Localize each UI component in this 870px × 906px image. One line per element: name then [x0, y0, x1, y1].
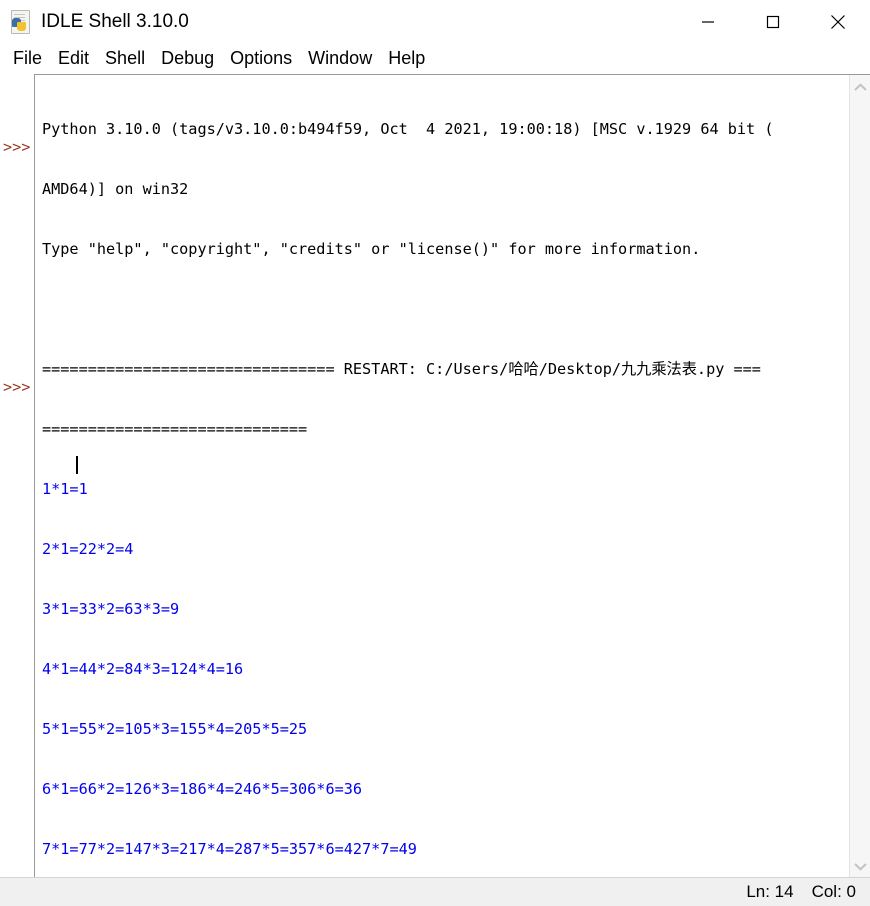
- blank-line-1: [42, 299, 849, 319]
- text-cursor: [76, 456, 78, 474]
- menu-item-options[interactable]: Options: [222, 46, 300, 71]
- status-column-number: Col: 0: [811, 882, 856, 901]
- banner-line-1: Python 3.10.0 (tags/v3.10.0:b494f59, Oct…: [42, 120, 774, 138]
- banner-line-2: AMD64)] on win32: [42, 180, 189, 198]
- maximize-button[interactable]: [740, 0, 805, 44]
- python-document-icon: [9, 10, 31, 34]
- output-line-3: 3*1=33*2=63*3=9: [42, 600, 180, 618]
- output-line-1: 1*1=1: [42, 480, 88, 498]
- restart-line-2: =============================: [42, 420, 308, 438]
- menu-bar: File Edit Shell Debug Options Window Hel…: [0, 44, 870, 73]
- shell-text-frame: Python 3.10.0 (tags/v3.10.0:b494f59, Oct…: [34, 74, 870, 878]
- title-bar: IDLE Shell 3.10.0: [0, 0, 870, 44]
- menu-item-help[interactable]: Help: [380, 46, 433, 71]
- menu-item-shell[interactable]: Shell: [97, 46, 153, 71]
- menu-item-edit[interactable]: Edit: [50, 46, 97, 71]
- output-line-7: 7*1=77*2=147*3=217*4=287*5=357*6=427*7=4…: [42, 840, 417, 858]
- shell-output-area[interactable]: Python 3.10.0 (tags/v3.10.0:b494f59, Oct…: [36, 76, 849, 877]
- window-controls: [675, 0, 870, 44]
- menu-item-debug[interactable]: Debug: [153, 46, 222, 71]
- status-bar: Ln: 14 Col: 0: [0, 877, 870, 906]
- status-line-number: Ln: 14: [746, 882, 794, 901]
- close-button[interactable]: [805, 0, 870, 44]
- scroll-down-arrow-icon[interactable]: [850, 856, 870, 876]
- banner-line-3: Type "help", "copyright", "credits" or "…: [42, 240, 701, 258]
- window-title: IDLE Shell 3.10.0: [41, 11, 189, 32]
- vertical-scrollbar[interactable]: [849, 75, 870, 878]
- minimize-button[interactable]: [675, 0, 740, 44]
- output-line-6: 6*1=66*2=126*3=186*4=246*5=306*6=36: [42, 780, 363, 798]
- menu-item-window[interactable]: Window: [300, 46, 380, 71]
- menu-item-file[interactable]: File: [5, 46, 50, 71]
- output-line-2: 2*1=22*2=4: [42, 540, 134, 558]
- output-line-4: 4*1=44*2=84*3=124*4=16: [42, 660, 244, 678]
- shell-prompt-1: >>>: [3, 138, 31, 156]
- output-line-5: 5*1=55*2=105*3=155*4=205*5=25: [42, 720, 308, 738]
- scroll-up-arrow-icon[interactable]: [850, 77, 870, 97]
- shell-prompt-2: >>>: [3, 378, 31, 396]
- restart-line-1: ================================ RESTART…: [42, 360, 761, 378]
